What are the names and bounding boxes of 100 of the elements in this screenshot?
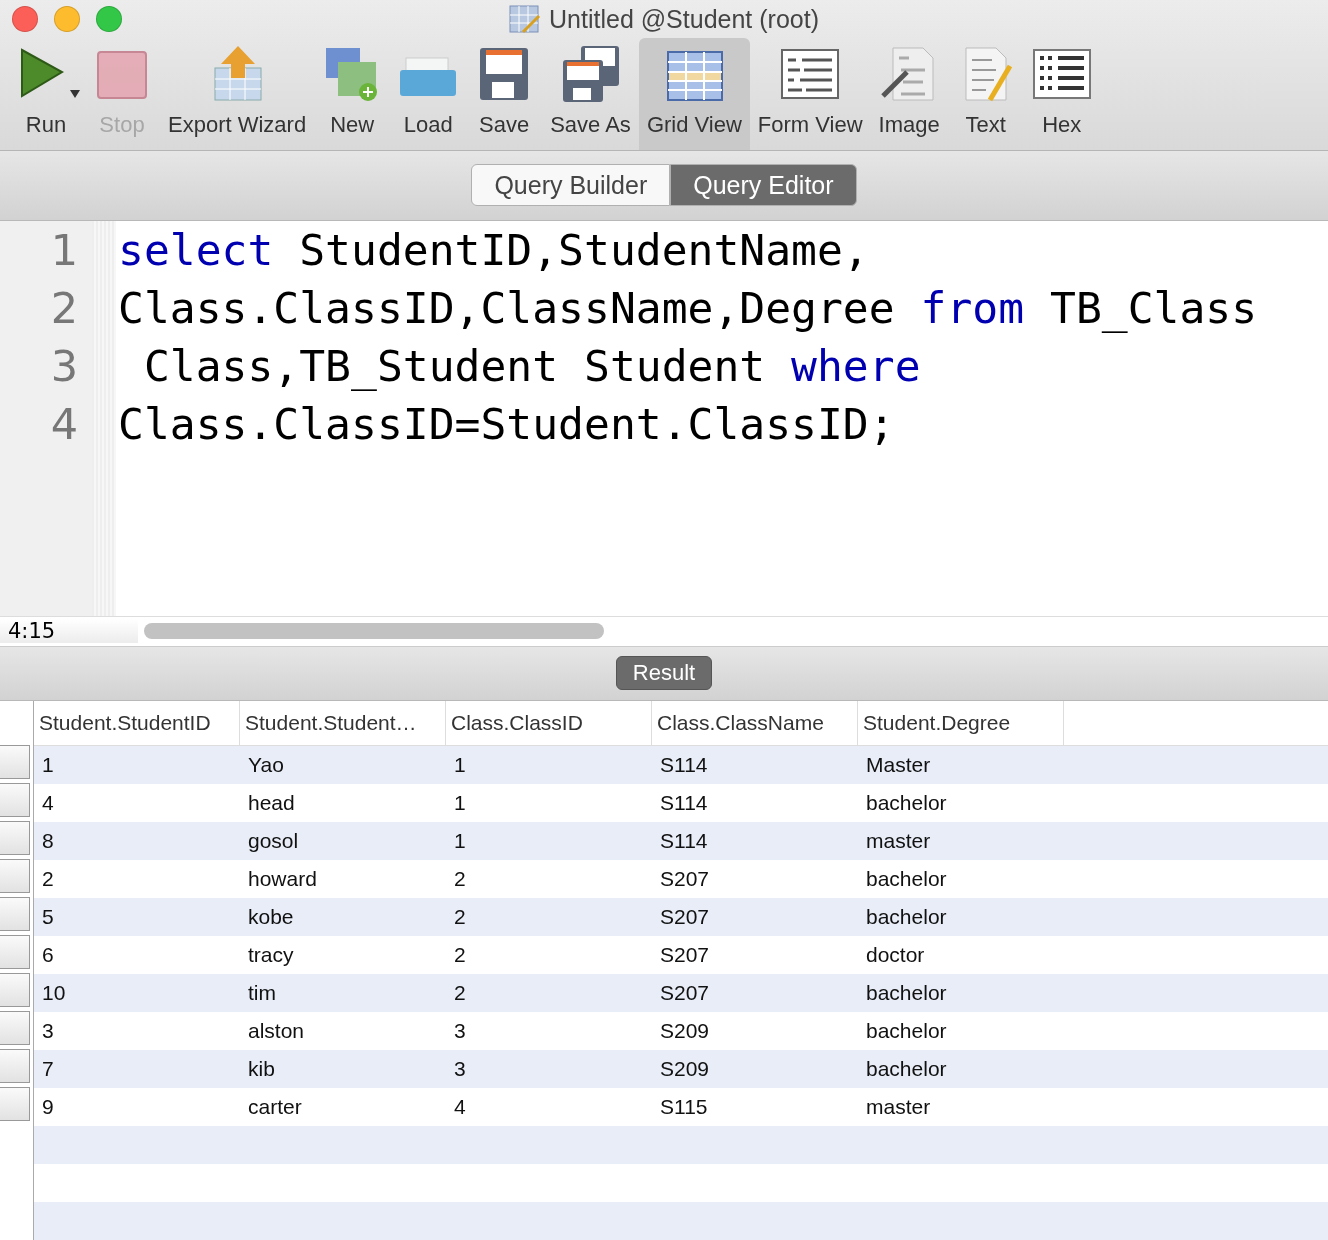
table-cell-text: S209 [659,1057,711,1081]
table-cell-text: 1 [41,753,55,777]
table-cell-text: kib [247,1057,276,1081]
table-cell-text: S207 [659,867,711,891]
mode-tab[interactable]: Query Builder [471,164,671,207]
column-header[interactable]: Class.ClassName [652,701,858,745]
row-header[interactable] [0,935,30,969]
column-header[interactable]: Student.StudentID [34,701,240,745]
cursor-position: 4:15 [0,619,138,644]
row-header[interactable] [0,745,30,779]
table-cell-text: 4 [41,791,55,815]
line-number: 1 [50,223,78,277]
table-cell-text: bachelor [865,1019,948,1043]
table-cell-text: Master [865,753,932,777]
line-number: 3 [50,339,78,393]
table-cell-text: S209 [659,1019,711,1043]
toolbar-button[interactable]: Form View [749,38,871,150]
table-cell-text: S115 [659,1095,709,1119]
code-editor[interactable]: select StudentID,StudentName, Class.ClassID,ClassName,Degree from TB_Class Class,TB_Student Student where Class.ClassID=Student.ClassID; [116,220,1328,616]
table-pencil-icon [509,4,541,34]
table-cell-text: master [865,829,932,853]
table-cell-text: bachelor [865,1057,948,1081]
table-cell-text: alston [247,1019,306,1043]
table-cell-text: 10 [41,981,67,1005]
table-cell-text: bachelor [865,791,948,815]
table-cell-text: S207 [659,981,711,1005]
toolbar-button[interactable]: Image [870,38,948,150]
table-row[interactable]: 1 Yao 1 S114 Master [34,746,1328,784]
toolbar-button[interactable]: Load [390,38,467,150]
table-cell-text: kobe [247,905,295,929]
table-cell-text: bachelor [865,905,948,929]
table-cell-text: 1 [453,791,467,815]
table-cell-text: 5 [41,905,55,929]
code-line: select StudentID,StudentName, [118,223,870,277]
table-cell-text: 4 [453,1095,467,1119]
table-cell-text: bachelor [865,981,948,1005]
table-cell-text: master [865,1095,932,1119]
table-cell-text: S114 [659,791,709,815]
table-cell-text: 3 [41,1019,55,1043]
toolbar-button[interactable]: Grid View [638,38,750,150]
table-cell-text: 7 [41,1057,55,1081]
result-tab[interactable]: Result [615,656,713,691]
row-header[interactable] [0,1011,30,1045]
table-cell-text: S207 [659,943,711,967]
table-row[interactable]: 5 kobe 2 S207 bachelor [34,898,1328,936]
toolbar-button[interactable]: Hex [1023,38,1100,150]
toolbar-button[interactable]: Save As [542,38,639,150]
table-cell-text: S114 [659,829,709,853]
table-cell-text: head [247,791,296,815]
toolbar-button[interactable]: Run [8,38,84,150]
code-line: Class,TB_Student Student where [142,339,922,393]
table-cell-text: howard [247,867,318,891]
table-cell-text: tracy [247,943,295,967]
table-cell-text: 2 [453,905,467,929]
floppy-disks-icon [560,44,621,104]
row-header[interactable] [0,1087,30,1121]
table-cell-text: doctor [865,943,926,967]
table-cell-text: 3 [453,1057,467,1081]
table-cell-text: 9 [41,1095,55,1119]
table-cell-text: 3 [453,1019,467,1043]
row-header[interactable] [0,1049,30,1083]
zoom-button[interactable] [96,6,122,32]
column-header[interactable]: Student.Student… [240,701,446,745]
minimize-button[interactable] [54,6,80,32]
table-cell-text: S207 [659,905,711,929]
table-cell-text: carter [247,1095,303,1119]
table-cell-text: 1 [453,753,467,777]
table-cell-text: 2 [453,943,467,967]
mode-tab[interactable]: Query Editor [670,164,857,207]
row-header[interactable] [0,973,30,1007]
row-header[interactable] [0,859,30,893]
toolbar-button[interactable]: Text [947,38,1024,150]
toolbar-button[interactable]: New [314,38,391,150]
row-header[interactable] [0,783,30,817]
close-button[interactable] [12,6,38,32]
table-cell-text: 2 [41,867,55,891]
toolbar-button[interactable]: Save [466,38,543,150]
line-number: 2 [50,281,78,335]
column-header[interactable]: Class.ClassID [446,701,652,745]
table-cell-text: 1 [453,829,467,853]
code-line: Class.ClassID=Student.ClassID; [118,397,896,451]
table-row[interactable]: 10 tim 2 S207 bachelor [34,974,1328,1012]
row-header[interactable] [0,897,30,931]
toolbar-button[interactable]: Export Wizard [160,38,315,150]
table-cell-text: 6 [41,943,55,967]
scrollbar-thumb[interactable] [144,623,604,640]
table-cell-text: 2 [453,867,467,891]
table-cell-text: Yao [247,753,285,777]
row-header[interactable] [0,821,30,855]
table-cell-text: bachelor [865,867,948,891]
table-cell-text: S114 [659,753,709,777]
window-title: Untitled @Student (root) [549,4,819,34]
table-cell-text: 2 [453,981,467,1005]
column-header[interactable]: Student.Degree [858,701,1064,745]
table-cell-text: 8 [41,829,55,853]
table-cell-text: gosol [247,829,300,853]
table-row[interactable]: 8 gosol 1 S114 master [34,822,1328,860]
table-cell-text: tim [247,981,277,1005]
line-number: 4 [50,397,78,451]
table-row[interactable]: 7 kib 3 S209 bachelor [34,1050,1328,1088]
